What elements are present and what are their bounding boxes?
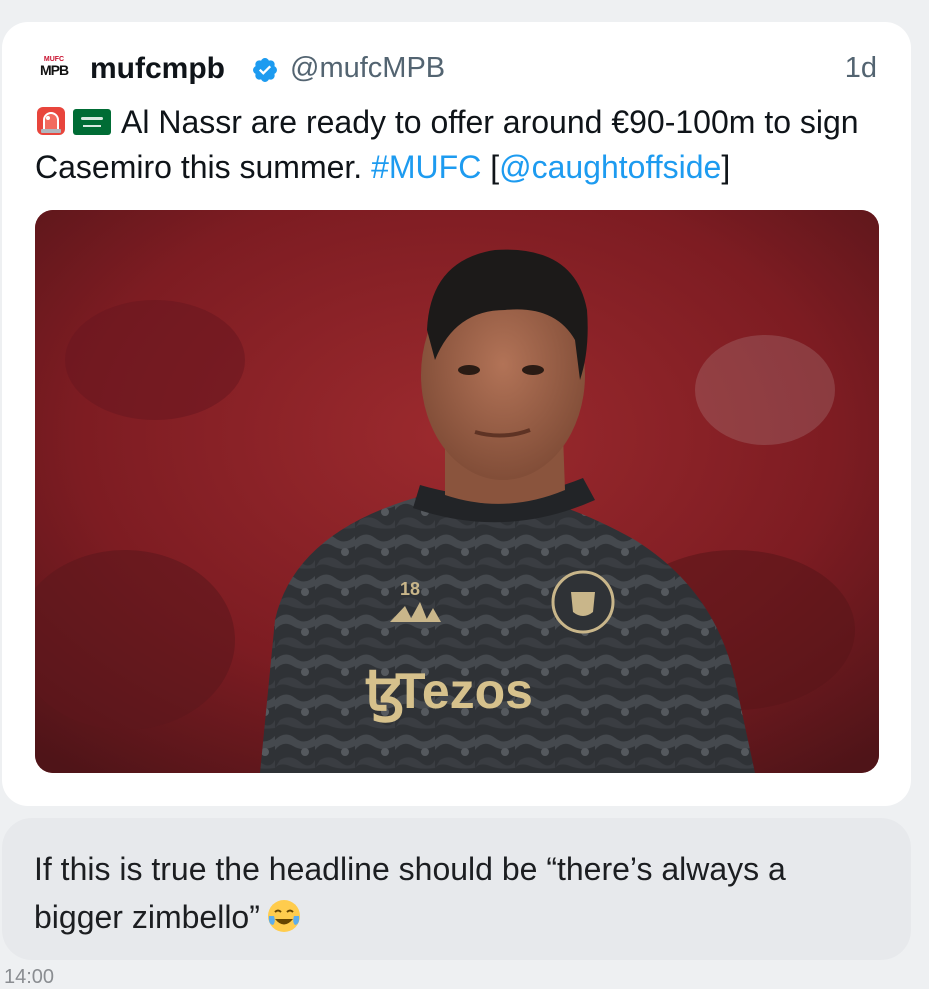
tweet-age[interactable]: 1d: [845, 52, 877, 85]
player-photo: 18 Tezos ꜩ: [35, 210, 879, 773]
handle[interactable]: @mufcMPB: [290, 52, 445, 85]
svg-text:ꜩ: ꜩ: [365, 661, 405, 723]
message-body: If this is true the headline should be “…: [34, 851, 786, 935]
saudi-flag-icon: [73, 109, 111, 135]
sponsor-text: Tezos: [395, 663, 533, 719]
face-with-tears-of-joy-icon: [267, 900, 300, 932]
bracket-open: [: [490, 149, 500, 185]
tweet-photo[interactable]: 18 Tezos ꜩ: [35, 210, 879, 773]
display-name[interactable]: mufcmpb: [90, 52, 225, 86]
mention-link[interactable]: @caughtoffside: [499, 149, 721, 185]
verified-badge-icon: [253, 58, 277, 82]
rotating-light-icon: [37, 107, 65, 135]
message-timestamp: 14:00: [4, 966, 55, 988]
shirt-number: 18: [400, 579, 420, 599]
avatar-logo-main: MPB: [39, 62, 69, 78]
hashtag-link[interactable]: #MUFC: [371, 149, 481, 185]
bracket-close: ]: [721, 149, 731, 185]
message-bubble[interactable]: If this is true the headline should be “…: [2, 818, 911, 960]
avatar[interactable]: MUFC MPB: [32, 44, 76, 88]
message-text: If this is true the headline should be “…: [34, 845, 854, 941]
tweet-text: Al Nassr are ready to offer around €90-1…: [35, 100, 875, 190]
